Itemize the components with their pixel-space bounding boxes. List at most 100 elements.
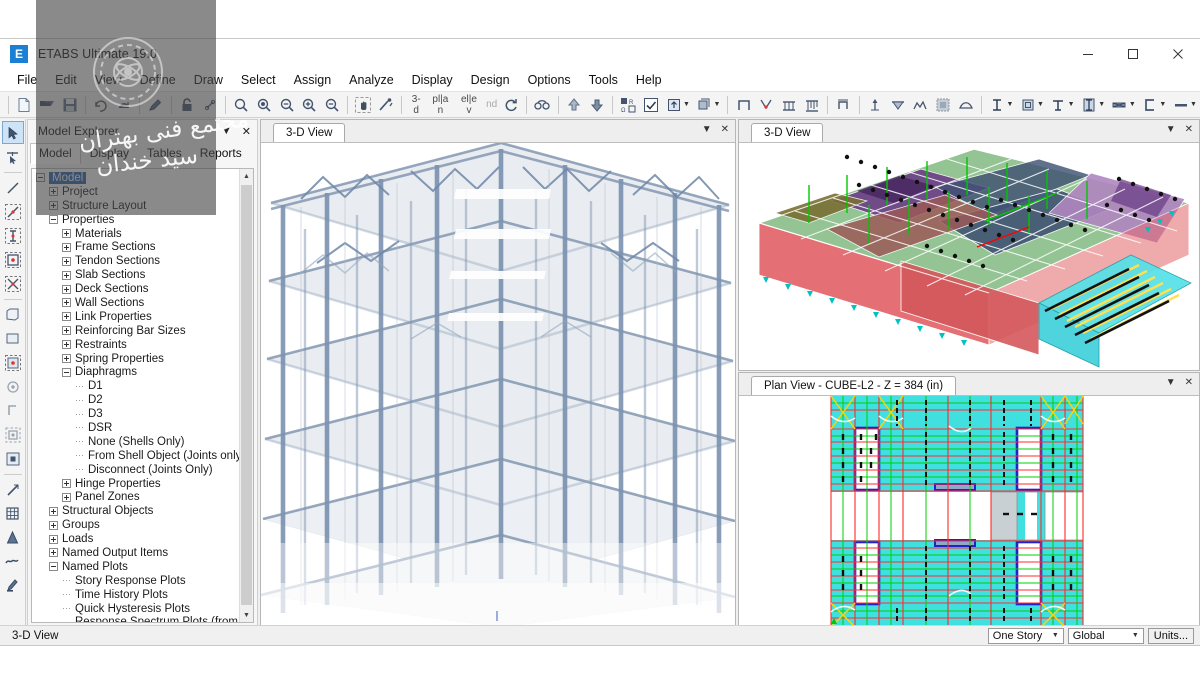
tree-item[interactable]: ⋯ DSR: [32, 421, 239, 435]
tree-item[interactable]: Materials: [32, 227, 239, 241]
object-fill-icon[interactable]: [694, 94, 715, 116]
tree-item[interactable]: Frame Sections: [32, 240, 239, 254]
grid-snap-icon[interactable]: [2, 502, 24, 525]
perspective-toggle-icon[interactable]: [532, 94, 553, 116]
shear-wall-caret-icon[interactable]: ▼: [1129, 101, 1136, 108]
tree-expand-icon[interactable]: [62, 354, 71, 364]
tree-item[interactable]: Named Output Items: [32, 546, 239, 560]
column-design-caret-icon[interactable]: ▼: [1098, 101, 1105, 108]
lock-icon[interactable]: [177, 94, 198, 116]
model-tree[interactable]: Model Project Structure Layout Properties Ma…: [32, 171, 239, 622]
menu-view[interactable]: View: [86, 71, 131, 89]
tree-expand-icon[interactable]: [62, 298, 71, 308]
deformed-shape-icon[interactable]: [933, 94, 954, 116]
tree-item[interactable]: ⋯ Response Spectrum Plots (from TH): [32, 616, 239, 622]
main-3d-view-canvas[interactable]: [261, 143, 735, 626]
tab-model[interactable]: Model: [30, 143, 81, 164]
draw-line-icon[interactable]: [2, 176, 24, 199]
snap-intersection-icon[interactable]: [2, 478, 24, 501]
tree-item[interactable]: Structure Layout: [32, 199, 239, 213]
refresh-view-icon[interactable]: [501, 94, 522, 116]
tree-expand-icon[interactable]: [49, 548, 58, 558]
draw-floor-icon[interactable]: [2, 303, 24, 326]
tree-expand-icon[interactable]: [49, 187, 58, 197]
draw-column-icon[interactable]: [2, 224, 24, 247]
shear-wall-icon[interactable]: [1109, 94, 1130, 116]
tree-expand-icon[interactable]: [62, 340, 71, 350]
tree-item[interactable]: ⋯ D2: [32, 393, 239, 407]
frame-forces-icon[interactable]: [887, 94, 908, 116]
shell-load-icon[interactable]: [801, 94, 822, 116]
tree-item[interactable]: Properties: [32, 213, 239, 227]
chevron-down-icon[interactable]: ▼: [702, 124, 712, 135]
move-up-story-icon[interactable]: [564, 94, 585, 116]
menu-edit[interactable]: Edit: [46, 71, 86, 89]
draw-pencil-icon[interactable]: [2, 574, 24, 597]
reshape-object-icon[interactable]: [2, 145, 24, 168]
check-model-icon[interactable]: [641, 94, 662, 116]
menu-file[interactable]: File: [8, 71, 46, 89]
tree-expand-icon[interactable]: [49, 534, 58, 544]
tree-item[interactable]: ⋯ Time History Plots: [32, 588, 239, 602]
view-3d-button[interactable]: 3-d: [406, 94, 426, 116]
rubber-band-zoom-icon[interactable]: [376, 94, 397, 116]
tree-expand-icon[interactable]: [62, 479, 71, 489]
zoom-out-full-icon[interactable]: [276, 94, 297, 116]
run-analysis-icon[interactable]: [199, 94, 220, 116]
main-3d-view-tab[interactable]: 3-D View: [273, 123, 346, 142]
tree-expand-icon[interactable]: [62, 229, 71, 238]
scroll-up-arrow[interactable]: ▲: [240, 169, 253, 183]
tree-expand-icon[interactable]: [62, 284, 71, 294]
zoom-window-icon[interactable]: [231, 94, 252, 116]
tree-item[interactable]: ⋯ D1: [32, 379, 239, 393]
undo-icon[interactable]: [91, 94, 112, 116]
tree-expand-icon[interactable]: [62, 270, 71, 280]
draw-wall-icon[interactable]: [2, 327, 24, 350]
chevron-down-icon[interactable]: ▼: [1166, 124, 1176, 135]
tree-expand-icon[interactable]: [62, 312, 71, 322]
plan-view-button[interactable]: pl|a n: [426, 94, 455, 116]
draw-beam-icon[interactable]: [2, 200, 24, 223]
tree-leaf-dash-icon[interactable]: ⋯: [75, 395, 84, 406]
tree-item[interactable]: Hinge Properties: [32, 477, 239, 491]
tree-item[interactable]: Named Plots: [32, 560, 239, 574]
plan-view-tab[interactable]: Plan View - CUBE-L2 - Z = 384 (in): [751, 376, 957, 395]
tree-item[interactable]: ⋯ From Shell Object (Joints only): [32, 449, 239, 463]
quick-draw-brace-icon[interactable]: [2, 272, 24, 295]
menu-design[interactable]: Design: [462, 71, 519, 89]
steel-design-caret-icon[interactable]: ▼: [1006, 101, 1013, 108]
snap-perpendicular-icon[interactable]: [2, 526, 24, 549]
tree-leaf-dash-icon[interactable]: ⋯: [62, 589, 71, 600]
chevron-down-icon[interactable]: ▼: [1166, 377, 1176, 388]
object-select-icon[interactable]: RΩ: [618, 94, 639, 116]
tree-expand-icon[interactable]: [62, 256, 71, 266]
slab-design-icon[interactable]: [1170, 94, 1191, 116]
object-fill-caret-icon[interactable]: ▼: [714, 101, 721, 108]
zoom-previous-icon[interactable]: [254, 94, 275, 116]
quick-draw-wall-icon[interactable]: [2, 351, 24, 374]
tree-leaf-dash-icon[interactable]: ⋯: [62, 575, 71, 586]
elevation-view-button[interactable]: el|e v: [455, 94, 483, 116]
steel-design-icon[interactable]: [987, 94, 1008, 116]
tree-collapse-icon[interactable]: [49, 562, 58, 572]
move-down-story-icon[interactable]: [586, 94, 607, 116]
draw-reference-point-icon[interactable]: [2, 447, 24, 470]
tree-scrollbar[interactable]: ▲ ▼: [239, 169, 253, 622]
draw-section-cut-icon[interactable]: [2, 399, 24, 422]
tree-expand-icon[interactable]: [49, 520, 58, 530]
zoom-out-icon[interactable]: [322, 94, 343, 116]
tree-item[interactable]: ⋯ D3: [32, 407, 239, 421]
tree-leaf-dash-icon[interactable]: ⋯: [75, 450, 84, 461]
mode-shape-icon[interactable]: [955, 94, 976, 116]
tab-display[interactable]: Display: [81, 143, 138, 164]
tab-tables[interactable]: Tables: [138, 143, 191, 164]
close-icon[interactable]: ✕: [1185, 124, 1193, 135]
close-icon[interactable]: ✕: [242, 125, 251, 138]
zoom-in-icon[interactable]: [299, 94, 320, 116]
menu-tools[interactable]: Tools: [580, 71, 627, 89]
tree-item[interactable]: Groups: [32, 518, 239, 532]
tree-item[interactable]: ⋯ Story Response Plots: [32, 574, 239, 588]
side-3d-view-tab[interactable]: 3-D View: [751, 123, 824, 142]
shell-forces-icon[interactable]: [910, 94, 931, 116]
tree-leaf-dash-icon[interactable]: ⋯: [75, 422, 84, 433]
